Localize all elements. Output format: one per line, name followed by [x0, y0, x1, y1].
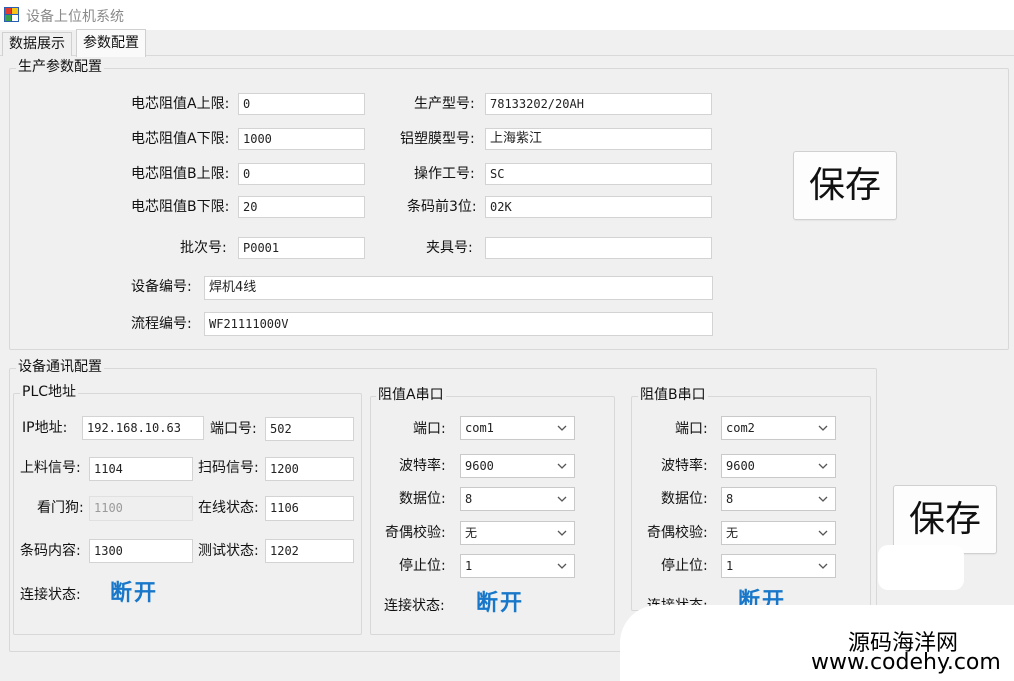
- plc-connection-label: 连接状态:: [20, 587, 81, 603]
- film-model-input[interactable]: 上海紫江: [485, 128, 712, 150]
- cell-res-a-upper-input[interactable]: 0: [238, 93, 365, 115]
- serial-b-databits-label: 数据位:: [661, 491, 708, 507]
- batch-no-input[interactable]: P0001: [238, 237, 365, 259]
- serial-b-port-select[interactable]: com2: [721, 416, 836, 440]
- test-status-label: 测试状态:: [198, 543, 259, 559]
- cell-res-b-lower-input[interactable]: 20: [238, 196, 365, 218]
- save-comm-button[interactable]: 保存: [893, 485, 997, 554]
- scan-signal-label: 扫码信号:: [198, 460, 259, 476]
- plc-ip-input[interactable]: 192.168.10.63: [82, 416, 204, 440]
- serial-a-stopbits-value: 1: [465, 559, 473, 573]
- feed-signal-label: 上料信号:: [20, 460, 81, 476]
- cell-res-b-upper-input[interactable]: 0: [238, 163, 365, 185]
- process-no-label: 流程编号:: [131, 316, 192, 332]
- serial-b-stopbits-label: 停止位:: [661, 558, 708, 574]
- serial-a-port-value: com1: [465, 421, 494, 435]
- watchdog-label: 看门狗:: [37, 500, 84, 516]
- serial-b-baud-label: 波特率:: [661, 458, 708, 474]
- serial-a-baud-label: 波特率:: [399, 458, 446, 474]
- device-no-input[interactable]: 焊机4线: [204, 276, 713, 300]
- plc-group-title: PLC地址: [20, 384, 79, 400]
- serial-b-port-label: 端口:: [675, 421, 708, 437]
- process-no-input[interactable]: WF21111000V: [204, 312, 713, 336]
- film-model-label: 铝塑膜型号:: [400, 131, 475, 147]
- plc-port-label: 端口号:: [210, 421, 257, 437]
- serial-a-connection-status: 断开: [476, 591, 525, 616]
- production-params-title: 生产参数配置: [16, 59, 104, 75]
- chevron-down-icon[interactable]: [816, 525, 830, 541]
- serial-a-databits-select[interactable]: 8: [460, 487, 575, 511]
- comm-config-title: 设备通讯配置: [16, 359, 104, 375]
- test-status-input[interactable]: 1202: [265, 539, 354, 563]
- title-bar: [0, 0, 1014, 30]
- cell-res-b-lower-label: 电芯阻值B下限:: [131, 199, 230, 215]
- window-title: 设备上位机系统: [26, 9, 124, 25]
- serial-a-parity-value: 无: [465, 526, 478, 540]
- serial-b-parity-select[interactable]: 无: [721, 521, 836, 545]
- device-no-label: 设备编号:: [131, 279, 192, 295]
- scan-signal-input[interactable]: 1200: [265, 457, 354, 481]
- plc-ip-label: IP地址:: [22, 420, 68, 436]
- serial-a-parity-label: 奇偶校验:: [385, 525, 446, 541]
- tab-data-display[interactable]: 数据展示: [2, 32, 72, 56]
- cell-res-b-upper-label: 电芯阻值B上限:: [131, 166, 230, 182]
- serial-a-title: 阻值A串口: [376, 387, 446, 403]
- fixture-no-label: 夹具号:: [426, 240, 473, 256]
- serial-a-stopbits-select[interactable]: 1: [460, 554, 575, 578]
- model-input[interactable]: 78133202/20AH: [485, 93, 712, 115]
- chevron-down-icon[interactable]: [555, 491, 569, 507]
- chevron-down-icon[interactable]: [816, 420, 830, 436]
- chevron-down-icon[interactable]: [816, 558, 830, 574]
- operator-id-input[interactable]: SC: [485, 163, 712, 185]
- serial-a-baud-select[interactable]: 9600: [460, 454, 575, 478]
- serial-b-baud-value: 9600: [726, 459, 755, 473]
- cell-res-a-lower-label: 电芯阻值A下限:: [131, 131, 230, 147]
- serial-a-port-select[interactable]: com1: [460, 416, 575, 440]
- chevron-down-icon[interactable]: [816, 491, 830, 507]
- serial-b-databits-value: 8: [726, 492, 734, 506]
- serial-b-databits-select[interactable]: 8: [721, 487, 836, 511]
- operator-id-label: 操作工号:: [414, 166, 475, 182]
- chevron-down-icon[interactable]: [816, 458, 830, 474]
- barcode-content-input[interactable]: 1300: [89, 539, 193, 563]
- serial-b-title: 阻值B串口: [638, 387, 708, 403]
- cell-res-a-lower-input[interactable]: 1000: [238, 128, 365, 150]
- tab-strip-divider: [0, 55, 1014, 56]
- watermark-blur-patch: [878, 545, 964, 590]
- barcode-prefix-input[interactable]: 02K: [485, 196, 712, 218]
- serial-a-port-label: 端口:: [413, 421, 446, 437]
- chevron-down-icon[interactable]: [555, 458, 569, 474]
- chevron-down-icon[interactable]: [555, 420, 569, 436]
- barcode-prefix-label: 条码前3位:: [407, 199, 477, 215]
- online-status-input[interactable]: 1106: [265, 496, 354, 521]
- watermark-url: www.codehy.com: [811, 650, 1001, 675]
- chevron-down-icon[interactable]: [555, 525, 569, 541]
- serial-a-stopbits-label: 停止位:: [399, 558, 446, 574]
- serial-a-databits-value: 8: [465, 492, 473, 506]
- feed-signal-input[interactable]: 1104: [89, 457, 193, 481]
- serial-b-parity-value: 无: [726, 526, 739, 540]
- serial-a-baud-value: 9600: [465, 459, 494, 473]
- serial-b-stopbits-value: 1: [726, 559, 734, 573]
- serial-a-connection-label: 连接状态:: [384, 598, 445, 614]
- serial-b-parity-label: 奇偶校验:: [647, 525, 708, 541]
- serial-b-baud-select[interactable]: 9600: [721, 454, 836, 478]
- tab-parameter-config[interactable]: 参数配置: [76, 29, 146, 57]
- plc-connection-status: 断开: [110, 581, 159, 606]
- serial-a-parity-select[interactable]: 无: [460, 521, 575, 545]
- serial-a-databits-label: 数据位:: [399, 491, 446, 507]
- model-label: 生产型号:: [414, 96, 475, 112]
- batch-no-label: 批次号:: [180, 240, 227, 256]
- watchdog-input: 1100: [89, 496, 193, 521]
- fixture-no-input[interactable]: [485, 237, 712, 259]
- barcode-content-label: 条码内容:: [20, 543, 81, 559]
- serial-b-stopbits-select[interactable]: 1: [721, 554, 836, 578]
- plc-port-input[interactable]: 502: [265, 417, 354, 441]
- app-window-icon: [4, 7, 19, 22]
- cell-res-a-upper-label: 电芯阻值A上限:: [131, 96, 230, 112]
- chevron-down-icon[interactable]: [555, 558, 569, 574]
- serial-b-port-value: com2: [726, 421, 755, 435]
- online-status-label: 在线状态:: [198, 500, 259, 516]
- save-production-button[interactable]: 保存: [793, 151, 897, 220]
